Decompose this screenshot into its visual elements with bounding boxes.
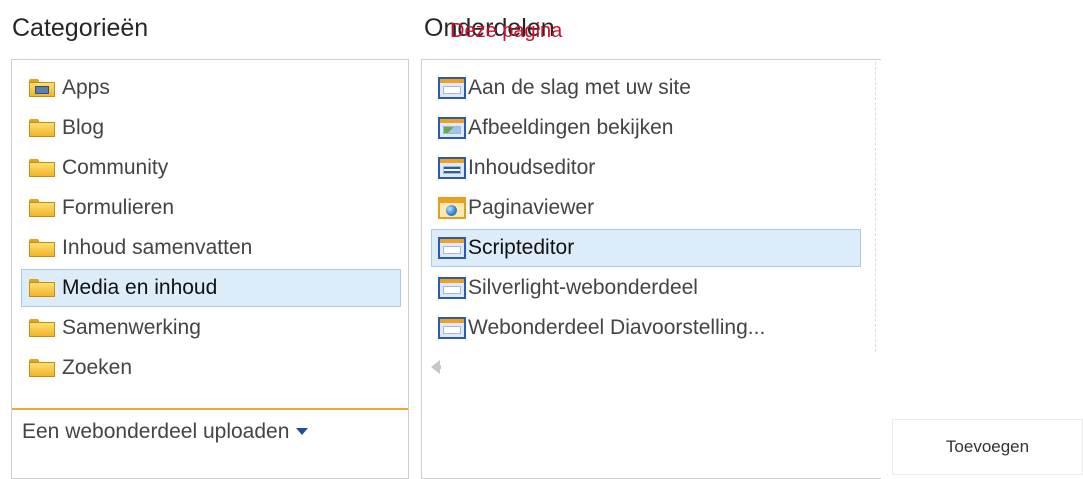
- category-community[interactable]: Community: [21, 149, 401, 187]
- content-editor-icon: [438, 157, 466, 179]
- chevron-down-icon: [296, 428, 309, 435]
- folder-icon: [28, 199, 56, 217]
- category-media-en-inhoud[interactable]: Media en inhoud: [21, 269, 401, 307]
- part-label: Paginaviewer: [468, 196, 595, 219]
- categories-panel: Apps Blog Community Formulieren Inhoud s…: [11, 59, 409, 479]
- category-label: Samenwerking: [62, 316, 201, 339]
- category-zoeken[interactable]: Zoeken: [21, 349, 401, 387]
- image-viewer-icon: [438, 117, 466, 139]
- category-label: Formulieren: [62, 196, 175, 219]
- folder-icon: [28, 359, 56, 377]
- category-apps[interactable]: Apps: [21, 69, 401, 107]
- this-page-link[interactable]: Deze pagina: [450, 20, 562, 43]
- part-label: Scripteditor: [468, 236, 575, 259]
- part-label: Silverlight-webonderdeel: [468, 276, 698, 299]
- add-button[interactable]: Toevoegen: [892, 419, 1083, 475]
- folder-icon: [28, 239, 56, 257]
- parts-list: Aan de slag met uw site Afbeeldingen bek…: [422, 69, 881, 349]
- upload-label: Een webonderdeel uploaden: [22, 420, 290, 443]
- category-samenwerking[interactable]: Samenwerking: [21, 309, 401, 347]
- category-formulieren[interactable]: Formulieren: [21, 189, 401, 227]
- webpart-icon: [438, 237, 466, 259]
- part-aan-de-slag[interactable]: Aan de slag met uw site: [431, 69, 861, 107]
- category-label: Media en inhoud: [62, 276, 218, 299]
- category-blog[interactable]: Blog: [21, 109, 401, 147]
- upload-webpart-link[interactable]: Een webonderdeel uploaden: [12, 408, 408, 444]
- categories-heading: Categorieën: [12, 14, 149, 42]
- webpart-icon: [438, 317, 466, 339]
- part-inhoudseditor[interactable]: Inhoudseditor: [431, 149, 861, 187]
- category-label: Inhoud samenvatten: [62, 236, 253, 259]
- part-paginaviewer[interactable]: Paginaviewer: [431, 189, 861, 227]
- folder-icon: [28, 159, 56, 177]
- page-viewer-icon: [438, 197, 466, 219]
- category-label: Zoeken: [62, 356, 133, 379]
- parts-panel: Aan de slag met uw site Afbeeldingen bek…: [421, 59, 881, 479]
- categories-list: Apps Blog Community Formulieren Inhoud s…: [12, 69, 408, 389]
- part-scripteditor[interactable]: Scripteditor: [431, 229, 861, 267]
- part-label: Aan de slag met uw site: [468, 76, 691, 99]
- folder-icon: [28, 119, 56, 137]
- part-label: Webonderdeel Diavoorstelling...: [468, 316, 766, 339]
- folder-icon: [28, 319, 56, 337]
- part-label: Inhoudseditor: [468, 156, 596, 179]
- part-diavoorstelling[interactable]: Webonderdeel Diavoorstelling...: [431, 309, 861, 347]
- webpart-icon: [438, 77, 466, 99]
- part-afbeeldingen-bekijken[interactable]: Afbeeldingen bekijken: [431, 109, 861, 147]
- folder-icon: [28, 279, 56, 297]
- part-label: Afbeeldingen bekijken: [468, 116, 674, 139]
- category-label: Apps: [62, 76, 110, 99]
- webpart-icon: [438, 277, 466, 299]
- category-label: Community: [62, 156, 169, 179]
- part-silverlight[interactable]: Silverlight-webonderdeel: [431, 269, 861, 307]
- back-arrow-icon[interactable]: [431, 360, 441, 374]
- category-label: Blog: [62, 116, 105, 139]
- apps-folder-icon: [28, 79, 56, 97]
- category-inhoud-samenvatten[interactable]: Inhoud samenvatten: [21, 229, 401, 267]
